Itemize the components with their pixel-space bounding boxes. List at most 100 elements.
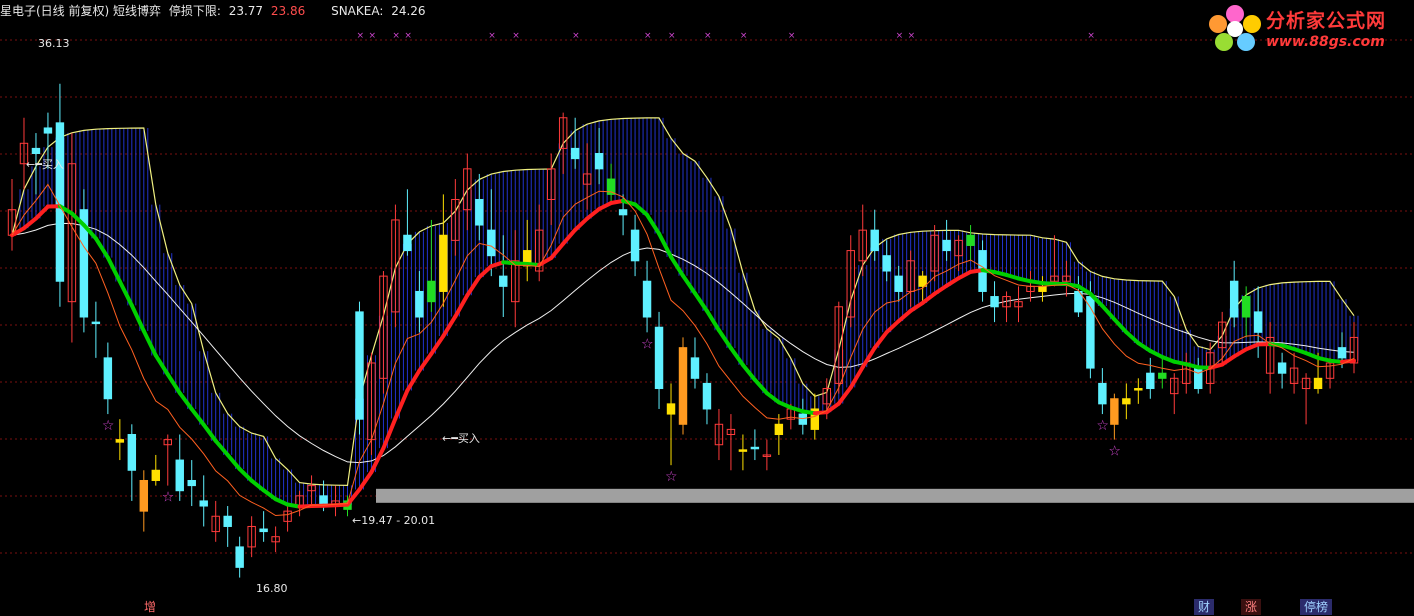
snake-band-segment <box>716 328 733 351</box>
snake-band-segment <box>1124 330 1141 346</box>
candle-body <box>1038 285 1047 292</box>
snake-band-segment <box>441 314 458 338</box>
signal-x-mark: × <box>668 31 676 41</box>
candle-body <box>1313 377 1323 390</box>
candle-body <box>1194 367 1203 390</box>
signal-x-mark: × <box>356 31 364 41</box>
buy-signal-label-2: ←━买入 <box>442 432 480 445</box>
signal-x-mark: × <box>1087 31 1095 41</box>
snake-band-segment <box>836 385 853 406</box>
stop-loss-label: 停损下限: <box>168 4 221 18</box>
snake-band-segment <box>141 328 158 358</box>
candle-body <box>882 255 891 272</box>
candle-body <box>654 326 664 390</box>
candle-body <box>91 321 101 325</box>
snake-band-segment <box>117 279 134 308</box>
snake-band-segment <box>573 216 590 232</box>
snake-band-segment <box>429 333 446 356</box>
buy-signal-label-1: ←━买入 <box>26 158 64 171</box>
candle-body <box>1134 388 1143 391</box>
candle-body <box>223 515 232 527</box>
candle-body <box>678 347 688 425</box>
candle-body <box>798 413 808 425</box>
snake-band-segment <box>764 391 781 405</box>
candle-body <box>403 234 412 252</box>
candle-body <box>642 280 652 318</box>
snake-band-segment <box>1136 341 1153 353</box>
snake-band-segment <box>105 255 122 284</box>
snake-band-segment <box>549 241 566 261</box>
candle-body <box>115 439 125 443</box>
stop-loss-value-1: 23.77 <box>228 4 264 18</box>
candle-body <box>942 239 951 252</box>
snake-band-segment <box>249 478 266 493</box>
candle-body <box>966 234 975 246</box>
candle-body <box>1241 296 1251 318</box>
candlestick-chart[interactable]: ☆ ☆ ☆ ☆ ☆ ☆ × × × × × × × × × × × × × × × 36.13 16.80 ←━买入 ←━买入 ←… <box>0 0 1414 616</box>
candle-body <box>499 275 508 287</box>
snake-band-segment <box>417 351 434 373</box>
range-label: ←19.47 - 20.01 <box>352 514 435 527</box>
candle-body <box>666 403 676 415</box>
snake-band-segment <box>728 346 745 367</box>
snake-band-segment <box>1112 317 1129 335</box>
candle-body <box>702 382 712 410</box>
signal-x-mark: × <box>704 31 712 41</box>
signal-x-mark: × <box>368 31 376 41</box>
snake-band-segment <box>932 283 949 296</box>
candle-body <box>1277 362 1287 374</box>
snake-band-segment <box>189 407 206 427</box>
signal-x-mark: × <box>572 31 580 41</box>
snake-band-segment <box>681 273 697 296</box>
candle-body <box>1253 311 1263 333</box>
tab-zeng[interactable]: 增 <box>140 599 160 615</box>
snake-band-segment <box>645 212 662 236</box>
snake-band-segment <box>93 236 110 260</box>
tab-tingpai[interactable]: 停榜 <box>1300 599 1333 615</box>
snake-band-segment <box>405 368 422 393</box>
snake-band-segment <box>692 291 709 313</box>
candle-body <box>918 275 927 287</box>
snake-band-segment <box>201 422 218 443</box>
candle-body <box>235 546 244 568</box>
snake-band-segment <box>381 416 398 451</box>
snake-band-segment <box>944 276 961 288</box>
tab-zhang[interactable]: 涨 <box>1241 599 1262 615</box>
snake-band-segment <box>704 308 721 333</box>
candle-body <box>187 479 196 487</box>
snake-band-segment <box>669 254 685 278</box>
signal-x-mark: × <box>392 31 400 41</box>
snake-band-segment <box>848 365 865 390</box>
snake-band-segment <box>237 467 254 483</box>
snake-band-segment <box>860 345 877 370</box>
snake-band-segment <box>597 201 614 212</box>
snake-band-segment <box>657 231 674 259</box>
snake-band-segment <box>633 202 650 217</box>
snake-band-segment <box>213 438 230 457</box>
signal-x-mark: × <box>788 31 796 41</box>
candle-body <box>475 198 484 226</box>
signal-x-mark: × <box>404 31 412 41</box>
snake-band-segment <box>393 388 410 421</box>
snake-band-segment <box>908 300 925 313</box>
candle-body <box>355 311 364 420</box>
star-marker: ☆ <box>162 490 175 506</box>
candle-body <box>31 147 41 155</box>
snake-band-segment <box>956 269 973 281</box>
snake-band-segment <box>1220 354 1237 367</box>
snake-band-segment <box>896 308 913 324</box>
candle-body <box>750 446 760 450</box>
floor-support-bar <box>376 488 1414 503</box>
candle-body <box>738 449 748 452</box>
signal-x-mark: × <box>740 31 748 41</box>
star-marker: ☆ <box>1108 444 1121 460</box>
candle-body <box>870 229 879 252</box>
candle-body <box>1122 398 1131 405</box>
snake-band-segment <box>872 330 889 350</box>
snake-band-segment <box>33 204 50 221</box>
candle-body <box>570 147 580 160</box>
candle-body <box>1337 347 1347 359</box>
signal-x-mark: × <box>908 31 916 41</box>
tab-cai[interactable]: 财 <box>1194 599 1215 615</box>
snake-band-segment <box>357 470 374 492</box>
